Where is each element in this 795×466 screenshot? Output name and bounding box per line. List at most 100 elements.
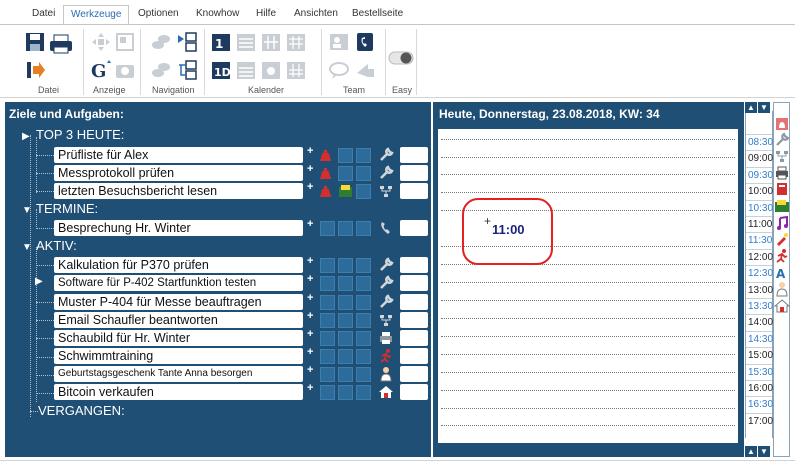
priority-box[interactable]	[320, 221, 335, 236]
task-status-box[interactable]	[400, 348, 428, 364]
priority-box[interactable]	[338, 166, 353, 181]
wrench-icon[interactable]	[774, 132, 790, 148]
priority-box[interactable]	[338, 313, 353, 328]
task-row[interactable]: Schaubild für Hr. Winter +	[5, 328, 431, 347]
priority-box[interactable]	[356, 184, 371, 199]
network-icon[interactable]	[774, 148, 790, 164]
time-label[interactable]: 11:00	[748, 219, 772, 230]
add-subtask-icon[interactable]: +	[307, 328, 313, 340]
task-status-box[interactable]	[400, 220, 428, 236]
share-icon[interactable]	[354, 59, 376, 81]
task-label[interactable]: Email Schaufler beantworten	[54, 312, 303, 328]
priority-box[interactable]	[320, 349, 335, 364]
priority-box[interactable]	[338, 295, 353, 310]
priority-box[interactable]	[338, 221, 353, 236]
network-icon[interactable]	[378, 183, 394, 199]
time-label[interactable]: 12:00	[748, 252, 773, 263]
wrench-icon[interactable]	[378, 275, 394, 291]
calendar-agenda-icon[interactable]	[260, 59, 282, 81]
chat-icon[interactable]	[328, 59, 350, 81]
calendar-list-icon[interactable]	[235, 59, 257, 81]
section-top3[interactable]: ▶ TOP 3 HEUTE:	[22, 127, 124, 142]
wrench-icon[interactable]	[378, 257, 394, 273]
task-status-box[interactable]	[400, 294, 428, 310]
task-label[interactable]: Bitcoin verkaufen	[54, 384, 303, 400]
add-subtask-icon[interactable]: +	[307, 255, 313, 267]
priority-box[interactable]	[320, 331, 335, 346]
calendar-week-icon[interactable]	[235, 31, 257, 53]
time-label[interactable]: 14:30	[748, 334, 773, 345]
task-status-box[interactable]	[400, 275, 428, 291]
priority-box[interactable]	[356, 313, 371, 328]
tab-bestellseite[interactable]: Bestellseite	[352, 8, 403, 19]
scroll-down-icon[interactable]: ▼	[758, 102, 770, 113]
notes-area[interactable]	[438, 129, 738, 443]
runner-icon[interactable]	[378, 348, 394, 364]
priority-box[interactable]	[320, 313, 335, 328]
time-label[interactable]: 16:00	[748, 383, 773, 394]
task-status-box[interactable]	[400, 366, 428, 382]
network-icon[interactable]	[378, 312, 394, 328]
phone-icon[interactable]	[378, 220, 394, 236]
move-icon[interactable]	[90, 31, 112, 53]
section-vergangen[interactable]: VERGANGEN:	[38, 403, 125, 418]
camera-icon[interactable]	[114, 59, 136, 81]
printer-icon[interactable]	[774, 165, 790, 181]
task-row[interactable]: Kalkulation für P370 prüfen +	[5, 255, 431, 274]
add-subtask-icon[interactable]: +	[307, 382, 313, 394]
easy-toggle[interactable]	[388, 51, 414, 65]
scroll-up-icon[interactable]: ▲	[745, 446, 757, 457]
add-subtask-icon[interactable]: +	[307, 145, 313, 157]
priority-box[interactable]	[320, 385, 335, 400]
section-aktiv[interactable]: ▼ AKTIV:	[22, 238, 77, 253]
task-row[interactable]: ▶ Software für P-402 Startfunktion teste…	[5, 273, 431, 292]
priority-box[interactable]	[338, 258, 353, 273]
task-label[interactable]: letzten Besuchsbericht lesen	[54, 183, 303, 199]
task-label[interactable]: Muster P-404 für Messe beauftragen	[54, 294, 303, 310]
time-label[interactable]: 17:00	[748, 416, 773, 427]
alarm-icon[interactable]	[318, 148, 333, 163]
folder-icon[interactable]	[338, 184, 353, 199]
text-icon[interactable]: A	[774, 265, 790, 281]
add-subtask-icon[interactable]: +	[307, 346, 313, 358]
expand-arrow-icon[interactable]: ▶	[22, 131, 36, 142]
tab-ansichten[interactable]: Ansichten	[294, 8, 338, 19]
task-row[interactable]: letzten Besuchsbericht lesen +	[5, 181, 431, 200]
priority-box[interactable]	[356, 258, 371, 273]
priority-box[interactable]	[356, 349, 371, 364]
navigation-link-icon[interactable]	[150, 31, 172, 53]
navigation-forward-icon[interactable]	[176, 31, 198, 53]
person-icon[interactable]	[774, 281, 790, 297]
priority-box[interactable]	[356, 331, 371, 346]
time-label[interactable]: 16:30	[748, 399, 773, 410]
task-status-box[interactable]	[400, 183, 428, 199]
phone-book-icon[interactable]	[354, 31, 376, 53]
task-label[interactable]: Geburtstagsgeschenk Tante Anna besorgen	[54, 366, 303, 382]
task-status-box[interactable]	[400, 147, 428, 163]
expand-arrow-icon[interactable]: ▶	[35, 276, 43, 287]
add-subtask-icon[interactable]: +	[307, 218, 313, 230]
alarm-icon[interactable]	[774, 116, 790, 132]
house-icon[interactable]	[378, 384, 394, 400]
font-size-icon[interactable]: G	[90, 59, 112, 81]
calendar-today-icon[interactable]: 1D	[210, 59, 232, 81]
tab-werkzeuge[interactable]: Werkzeuge	[63, 5, 130, 25]
priority-box[interactable]	[356, 367, 371, 382]
wrench-icon[interactable]	[378, 294, 394, 310]
priority-box[interactable]	[356, 276, 371, 291]
priority-box[interactable]	[356, 166, 371, 181]
add-subtask-icon[interactable]: +	[307, 364, 313, 376]
task-row[interactable]: Geburtstagsgeschenk Tante Anna besorgen …	[5, 364, 431, 383]
time-label[interactable]: 10:30	[748, 203, 773, 214]
music-icon[interactable]	[774, 215, 790, 231]
tab-hilfe[interactable]: Hilfe	[256, 8, 276, 19]
add-subtask-icon[interactable]: +	[307, 181, 313, 193]
collapse-arrow-icon[interactable]: ▼	[22, 242, 36, 253]
alarm-icon[interactable]	[318, 184, 333, 199]
house-icon[interactable]	[774, 298, 790, 314]
paint-icon[interactable]	[774, 231, 790, 247]
task-label[interactable]: Software für P-402 Startfunktion testen	[54, 275, 303, 291]
add-subtask-icon[interactable]: +	[307, 273, 313, 285]
task-status-box[interactable]	[400, 384, 428, 400]
task-label[interactable]: Kalkulation für P370 prüfen	[54, 257, 303, 273]
